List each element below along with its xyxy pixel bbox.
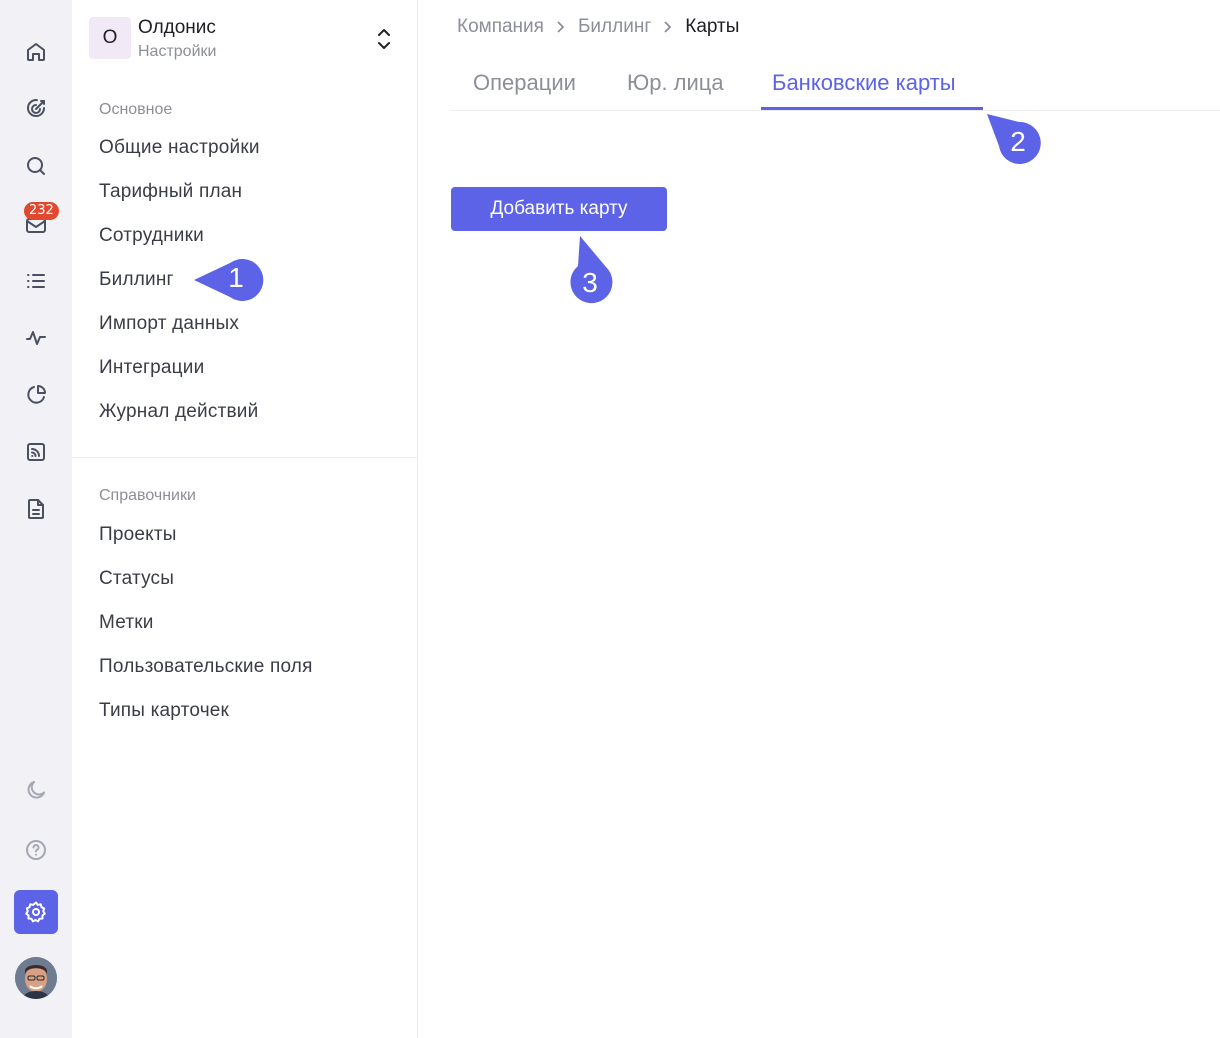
tab-operations[interactable]: Операции <box>473 70 576 96</box>
document-icon[interactable] <box>14 487 58 531</box>
sidebar-item-statuses[interactable]: Статусы <box>99 568 174 590</box>
activity-icon[interactable] <box>14 316 58 360</box>
org-avatar: О <box>89 17 131 59</box>
callout-number-1: 1 <box>228 262 244 293</box>
callout-marker-2: 2 <box>985 112 1045 170</box>
avatar[interactable] <box>15 957 57 999</box>
sidebar-item-billing[interactable]: Биллинг <box>99 269 174 291</box>
sidebar-divider <box>72 457 417 458</box>
moon-icon[interactable] <box>14 768 58 812</box>
callout-marker-3: 3 <box>566 234 616 310</box>
breadcrumb-billing[interactable]: Биллинг <box>578 16 651 38</box>
tab-bank-cards[interactable]: Банковские карты <box>772 70 956 96</box>
help-icon[interactable] <box>14 828 58 872</box>
sidebar-item-custom-fields[interactable]: Пользовательские поля <box>99 656 313 678</box>
home-icon[interactable] <box>14 30 58 74</box>
app: 232 О Олдонис Настройки Основное Общие н… <box>0 0 1220 1038</box>
org-name: Олдонис <box>138 17 216 38</box>
sidebar-item-general-settings[interactable]: Общие настройки <box>99 137 260 159</box>
add-card-button[interactable]: Добавить карту <box>451 187 667 231</box>
org-subtitle: Настройки <box>138 43 217 60</box>
chevron-right-icon <box>651 20 685 34</box>
sidebar-item-data-import[interactable]: Импорт данных <box>99 313 239 335</box>
chevron-right-icon <box>544 20 578 34</box>
gear-icon[interactable] <box>14 890 58 934</box>
sidebar-item-integrations[interactable]: Интеграции <box>99 357 204 379</box>
breadcrumb-company[interactable]: Компания <box>457 16 544 38</box>
icon-rail: 232 <box>0 0 72 1038</box>
callout-number-2: 2 <box>1010 126 1026 157</box>
chevron-up-down-icon[interactable] <box>375 25 393 53</box>
section-title-references: Справочники <box>99 487 196 504</box>
callout-marker-1: 1 <box>190 258 270 304</box>
sidebar-item-tariff-plan[interactable]: Тарифный план <box>99 181 242 203</box>
breadcrumb: Компания Биллинг Карты <box>457 16 739 38</box>
sidebar-item-action-log[interactable]: Журнал действий <box>99 401 258 423</box>
target-icon[interactable] <box>14 87 58 131</box>
pie-chart-icon[interactable] <box>14 373 58 417</box>
sidebar-item-employees[interactable]: Сотрудники <box>99 225 204 247</box>
tab-legal-entities[interactable]: Юр. лица <box>627 70 724 96</box>
callout-number-3: 3 <box>582 267 598 298</box>
active-tab-indicator <box>761 107 983 110</box>
sidebar-item-tags[interactable]: Метки <box>99 612 154 634</box>
inbox-badge: 232 <box>24 202 59 220</box>
settings-sidebar: О Олдонис Настройки Основное Общие настр… <box>72 0 418 1038</box>
sidebar-item-card-types[interactable]: Типы карточек <box>99 700 229 722</box>
list-icon[interactable] <box>14 259 58 303</box>
breadcrumb-cards: Карты <box>685 16 740 37</box>
sidebar-item-projects[interactable]: Проекты <box>99 524 177 546</box>
org-switcher[interactable]: О Олдонис Настройки <box>89 17 390 61</box>
search-icon[interactable] <box>14 144 58 188</box>
tabs-divider <box>450 110 1220 111</box>
section-title-main: Основное <box>99 101 173 118</box>
rss-icon[interactable] <box>14 430 58 474</box>
